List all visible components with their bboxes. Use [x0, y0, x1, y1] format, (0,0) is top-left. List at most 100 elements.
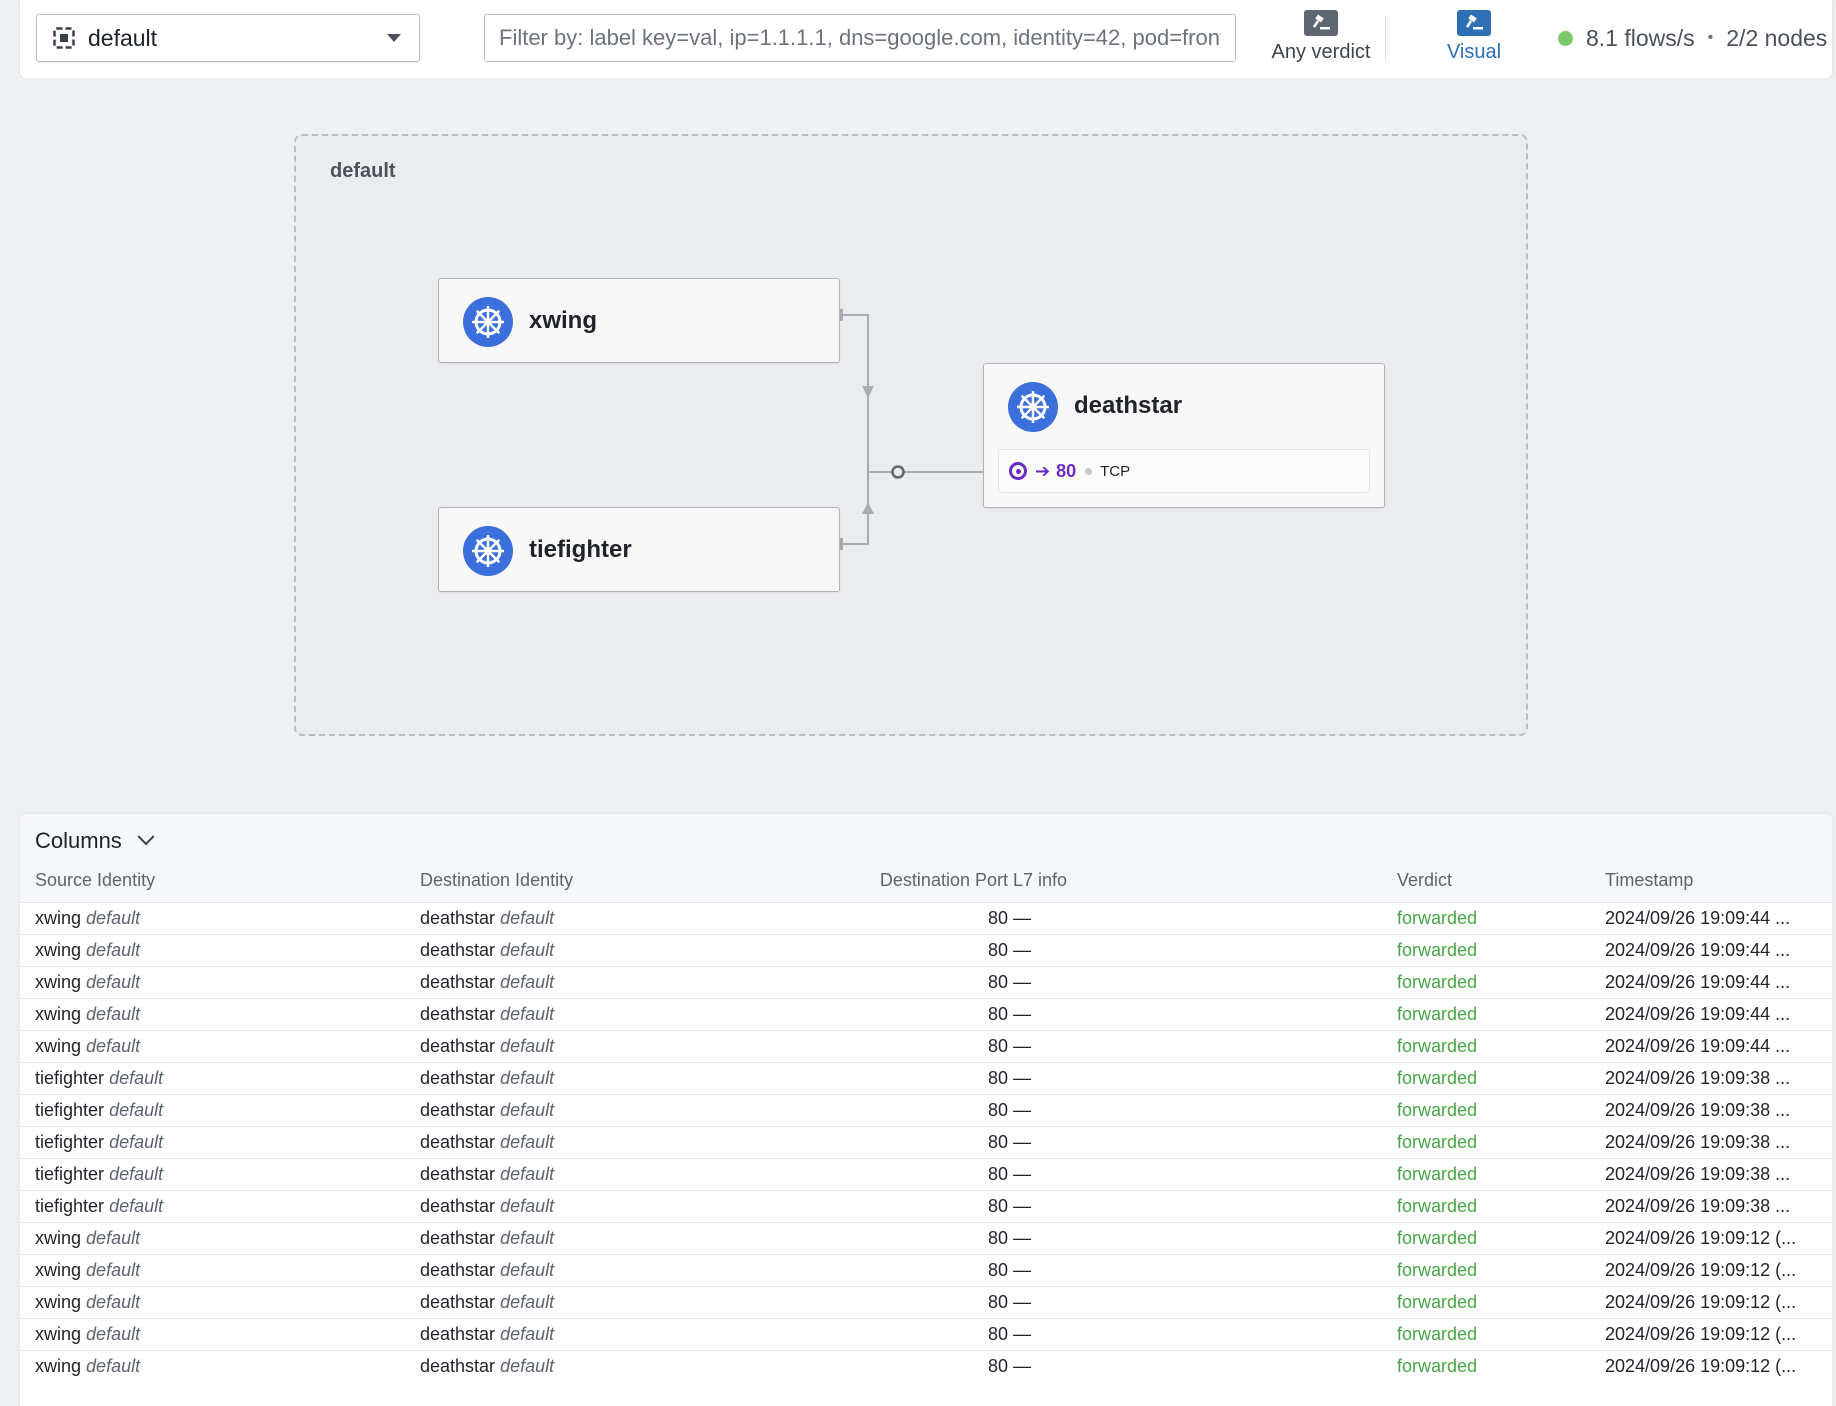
table-row[interactable]: xwing default deathstar default 80— forward…: [20, 1286, 1832, 1318]
destination-identity: deathstar default: [420, 1260, 554, 1281]
destination-port: 80: [987, 1164, 1008, 1184]
destination-identity: deathstar default: [420, 1228, 554, 1249]
destination-name: deathstar: [420, 1292, 496, 1312]
destination-identity: deathstar default: [420, 1356, 554, 1377]
destination-namespace: default: [500, 1164, 555, 1184]
destination-name: deathstar: [420, 1324, 496, 1344]
destination-port: 80: [987, 1292, 1008, 1312]
table-row[interactable]: xwing default deathstar default 80— forward…: [20, 1254, 1832, 1286]
source-name: xwing: [35, 1292, 82, 1312]
verdict: forwarded: [1397, 1164, 1478, 1184]
table-row[interactable]: xwing default deathstar default 80— forward…: [20, 966, 1832, 998]
kubernetes-icon: [463, 526, 513, 576]
verdict: forwarded: [1397, 908, 1478, 928]
table-row[interactable]: tiefighter default deathstar default 80— fo…: [20, 1094, 1832, 1126]
arrow-right-icon: ➔: [1035, 460, 1051, 481]
verdict: forwarded: [1397, 1132, 1478, 1152]
destination-port: 80: [987, 972, 1008, 992]
table-row[interactable]: xwing default deathstar default 80— forward…: [20, 1030, 1832, 1062]
destination-name: deathstar: [420, 1164, 496, 1184]
source-name: tiefighter: [35, 1196, 105, 1216]
destination-port: 80: [987, 1356, 1008, 1376]
service-name: deathstar: [1074, 392, 1183, 419]
table-row[interactable]: xwing default deathstar default 80— forward…: [20, 934, 1832, 966]
source-name: tiefighter: [35, 1132, 105, 1152]
destination-identity: deathstar default: [420, 908, 554, 929]
service-card-xwing[interactable]: xwing: [438, 278, 840, 363]
visual-view-button[interactable]: Visual: [1416, 10, 1532, 66]
destination-name: deathstar: [420, 1100, 496, 1120]
destination-identity: deathstar default: [420, 1324, 554, 1345]
source-identity: xwing default: [35, 940, 140, 961]
destination-namespace: default: [500, 1356, 555, 1376]
timestamp: 2024/09/26 19:09:44 ...: [1605, 972, 1791, 992]
service-port-row[interactable]: ➔ 80 TCP: [998, 449, 1370, 493]
table-row[interactable]: xwing default deathstar default 80— forward…: [20, 1350, 1832, 1382]
verdict: forwarded: [1397, 1004, 1478, 1024]
table-row[interactable]: tiefighter default deathstar default 80— fo…: [20, 1190, 1832, 1222]
destination-namespace: default: [500, 1036, 555, 1056]
table-row[interactable]: xwing default deathstar default 80— forward…: [20, 1222, 1832, 1254]
port-number: 80: [1056, 460, 1077, 481]
top-toolbar: default Any verdict Visual 8.1 flows/s •: [20, 0, 1832, 78]
column-header-l7[interactable]: L7 info: [1013, 870, 1067, 891]
destination-name: deathstar: [420, 1228, 496, 1248]
timestamp: 2024/09/26 19:09:44 ...: [1605, 940, 1791, 960]
source-name: xwing: [35, 1356, 82, 1376]
source-namespace: default: [109, 1164, 164, 1184]
l7-info: —: [1013, 1324, 1031, 1344]
service-card-deathstar[interactable]: deathstar ➔ 80 TCP: [983, 363, 1385, 508]
source-namespace: default: [109, 1068, 164, 1088]
source-identity: tiefighter default: [35, 1132, 163, 1153]
service-card-tiefighter[interactable]: tiefighter: [438, 507, 840, 592]
source-identity: xwing default: [35, 972, 140, 993]
source-identity: tiefighter default: [35, 1068, 163, 1089]
verdict: forwarded: [1397, 1292, 1478, 1312]
table-row[interactable]: tiefighter default deathstar default 80— fo…: [20, 1158, 1832, 1190]
visual-view-label: Visual: [1446, 41, 1502, 63]
l7-info: —: [1013, 1260, 1031, 1280]
source-namespace: default: [109, 1100, 164, 1120]
destination-name: deathstar: [420, 1068, 496, 1088]
destination-port: 80: [987, 1100, 1008, 1120]
columns-toggle-button[interactable]: Columns: [35, 828, 155, 854]
destination-port: 80: [987, 1068, 1008, 1088]
service-name: tiefighter: [529, 536, 632, 563]
column-header-timestamp[interactable]: Timestamp: [1605, 870, 1693, 891]
namespace-dropdown[interactable]: default: [36, 14, 420, 62]
timestamp: 2024/09/26 19:09:12 (...: [1605, 1292, 1797, 1312]
source-namespace: default: [86, 908, 141, 928]
destination-identity: deathstar default: [420, 1068, 554, 1089]
table-row[interactable]: xwing default deathstar default 80— forward…: [20, 902, 1832, 934]
destination-name: deathstar: [420, 1132, 496, 1152]
timestamp: 2024/09/26 19:09:12 (...: [1605, 1260, 1797, 1280]
source-namespace: default: [86, 972, 141, 992]
table-row[interactable]: tiefighter default deathstar default 80— fo…: [20, 1062, 1832, 1094]
timestamp: 2024/09/26 19:09:12 (...: [1605, 1324, 1797, 1344]
source-name: tiefighter: [35, 1068, 105, 1088]
namespace-selected-value: default: [88, 24, 158, 51]
l7-info: —: [1013, 1004, 1031, 1024]
table-row[interactable]: xwing default deathstar default 80— forward…: [20, 1318, 1832, 1350]
destination-port: 80: [987, 1196, 1008, 1216]
flows-table-body: xwing default deathstar default 80— forward…: [20, 902, 1832, 1382]
flow-filter-input[interactable]: [484, 14, 1236, 62]
source-identity: xwing default: [35, 1260, 140, 1281]
destination-identity: deathstar default: [420, 972, 554, 993]
destination-namespace: default: [500, 1100, 555, 1120]
source-identity: xwing default: [35, 1036, 140, 1057]
destination-name: deathstar: [420, 1356, 496, 1376]
column-header-verdict[interactable]: Verdict: [1397, 870, 1452, 891]
verdict: forwarded: [1397, 1356, 1478, 1376]
source-name: xwing: [35, 972, 82, 992]
table-row[interactable]: tiefighter default deathstar default 80— fo…: [20, 1126, 1832, 1158]
column-header-port[interactable]: Destination Port: [840, 870, 1008, 891]
timestamp: 2024/09/26 19:09:38 ...: [1605, 1164, 1791, 1184]
table-row[interactable]: xwing default deathstar default 80— forward…: [20, 998, 1832, 1030]
nodes-count: 2/2 nodes: [1726, 24, 1828, 51]
destination-identity: deathstar default: [420, 1036, 554, 1057]
column-header-source[interactable]: Source Identity: [35, 870, 155, 891]
status-separator: •: [1707, 29, 1714, 46]
verdict-filter-button[interactable]: Any verdict: [1248, 10, 1394, 66]
column-header-destination[interactable]: Destination Identity: [420, 870, 573, 891]
